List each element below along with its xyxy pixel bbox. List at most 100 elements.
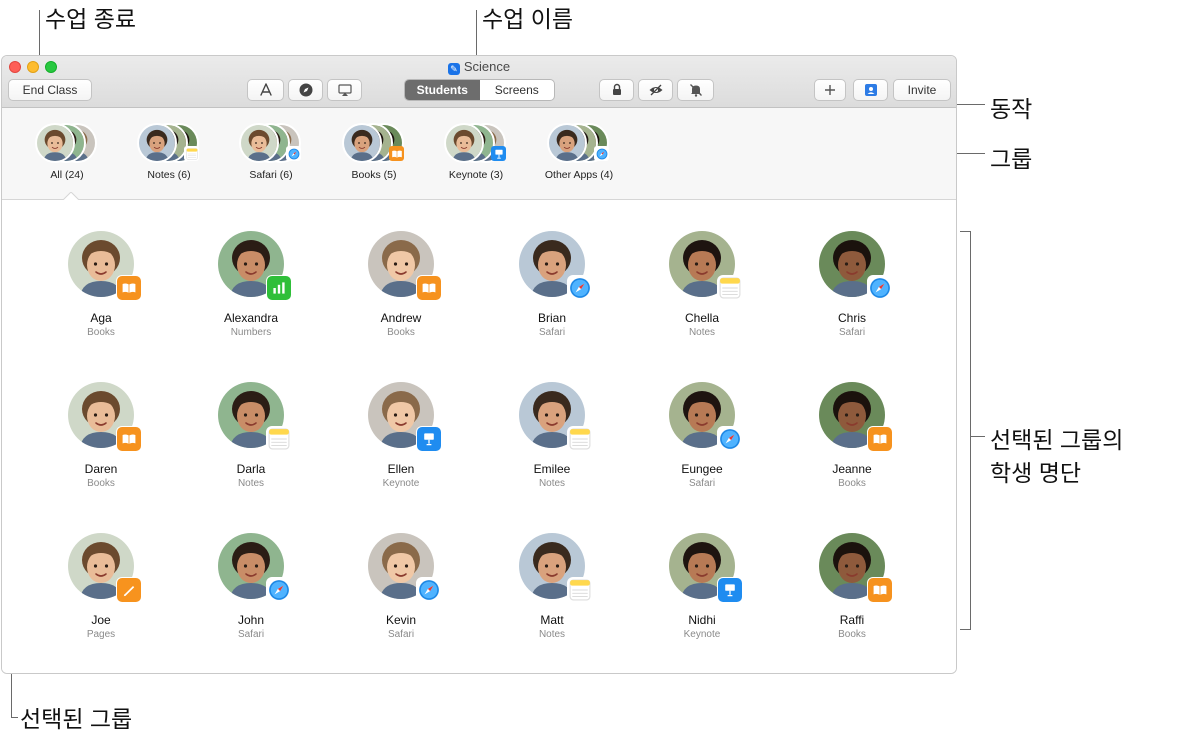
student-name: Emilee <box>533 462 571 476</box>
callout-actions: 동작 <box>990 96 1033 122</box>
callout-selected-group: 선택된 그룹 <box>20 706 133 732</box>
student-current-app: Pages <box>86 629 116 640</box>
student-tile-aga[interactable]: Aga Books <box>41 231 161 338</box>
group-avatar-stack <box>129 123 209 167</box>
student-tile-jeanne[interactable]: Jeanne Books <box>792 382 912 489</box>
student-avatar <box>368 231 442 301</box>
lock-button[interactable] <box>599 79 634 101</box>
class-name: Science <box>463 59 511 74</box>
group-other-apps[interactable]: Other Apps (4) <box>529 123 629 181</box>
mute-button[interactable] <box>677 79 714 101</box>
group-label: Notes (6) <box>147 169 191 181</box>
callout-student-list-line1: 선택된 그룹의 <box>990 427 1124 453</box>
safari-icon <box>594 146 609 161</box>
selected-group-caret <box>63 192 79 200</box>
group-keynote[interactable]: Keynote (3) <box>426 123 526 181</box>
student-avatar <box>68 231 142 301</box>
student-avatar <box>819 533 893 603</box>
group-member-avatar <box>547 123 587 163</box>
student-tile-andrew[interactable]: Andrew Books <box>341 231 461 338</box>
app-store-icon <box>259 83 272 96</box>
student-tile-brian[interactable]: Brian Safari <box>492 231 612 338</box>
notes-icon <box>717 275 743 301</box>
student-avatar <box>218 231 292 301</box>
group-notes[interactable]: Notes (6) <box>119 123 219 181</box>
student-current-app: Keynote <box>683 629 721 640</box>
student-avatar <box>519 231 593 301</box>
stage: 수업 종료 수업 이름 동작 그룹 선택된 그룹의 학생 명단 선택된 그룹 ✎… <box>0 0 1189 739</box>
lock-icon <box>612 83 621 95</box>
end-class-button[interactable]: End Class <box>8 79 92 101</box>
group-label: All (24) <box>50 169 84 181</box>
group-all[interactable]: All (24) <box>17 123 117 181</box>
student-current-app: Safari <box>237 629 265 640</box>
airplay-icon <box>337 84 352 96</box>
group-bar: All (24) Notes (6) Safari (6) Books (5) Keyn… <box>2 108 956 200</box>
student-tile-alexandra[interactable]: Alexandra Numbers <box>191 231 311 338</box>
student-avatar <box>819 231 893 301</box>
student-tile-darla[interactable]: Darla Notes <box>191 382 311 489</box>
group-safari[interactable]: Safari (6) <box>221 123 321 181</box>
window-title: ✎ Science <box>2 59 956 75</box>
safari-icon <box>266 577 292 603</box>
student-tile-kevin[interactable]: Kevin Safari <box>341 533 461 640</box>
student-avatar <box>669 231 743 301</box>
student-name: Aga <box>90 311 112 325</box>
title-bar: ✎ Science End Class Students Screens Inv… <box>2 56 956 108</box>
student-name: Andrew <box>380 311 422 325</box>
student-tile-emilee[interactable]: Emilee Notes <box>492 382 612 489</box>
student-tile-chella[interactable]: Chella Notes <box>642 231 762 338</box>
group-label: Other Apps (4) <box>544 169 614 181</box>
student-current-app: Keynote <box>382 478 420 489</box>
student-avatar <box>519 382 593 452</box>
student-tile-raffi[interactable]: Raffi Books <box>792 533 912 640</box>
group-avatar-stack <box>27 123 107 167</box>
tab-screens[interactable]: Screens <box>480 80 555 100</box>
student-current-app: Notes <box>538 478 566 489</box>
student-tile-eungee[interactable]: Eungee Safari <box>642 382 762 489</box>
keynote-icon <box>717 577 743 603</box>
student-tile-nidhi[interactable]: Nidhi Keynote <box>642 533 762 640</box>
group-member-avatar <box>137 123 177 163</box>
student-avatar <box>68 382 142 452</box>
view-segmented-control[interactable]: Students Screens <box>404 79 555 101</box>
classroom-icon <box>864 84 877 96</box>
student-current-app: Books <box>87 327 115 338</box>
open-app-button[interactable] <box>247 79 284 101</box>
callout-student-list-line2: 학생 명단 <box>990 460 1082 486</box>
airplay-button[interactable] <box>327 79 362 101</box>
student-tile-chris[interactable]: Chris Safari <box>792 231 912 338</box>
navigate-button[interactable] <box>288 79 323 101</box>
add-button[interactable] <box>814 79 846 101</box>
group-avatar-stack <box>436 123 516 167</box>
student-tile-daren[interactable]: Daren Books <box>41 382 161 489</box>
callout-line-selected-group-bottom <box>11 717 18 718</box>
student-current-app: Notes <box>688 327 716 338</box>
notes-icon <box>266 426 292 452</box>
student-avatar <box>669 382 743 452</box>
classroom-window: ✎ Science End Class Students Screens Inv… <box>1 55 957 674</box>
classroom-app-icon: ✎ <box>447 63 460 75</box>
student-tile-matt[interactable]: Matt Notes <box>492 533 612 640</box>
student-name: Brian <box>537 311 566 325</box>
student-current-app: Books <box>387 327 415 338</box>
tab-students[interactable]: Students <box>405 80 480 100</box>
hide-button[interactable] <box>638 79 673 101</box>
student-tile-ellen[interactable]: Ellen Keynote <box>341 382 461 489</box>
student-avatar <box>68 533 142 603</box>
student-tile-joe[interactable]: Joe Pages <box>41 533 161 640</box>
student-name: Eungee <box>681 462 723 476</box>
safari-icon <box>286 146 301 161</box>
books-icon <box>867 426 893 452</box>
books-icon <box>116 426 142 452</box>
student-name: Chella <box>684 311 720 325</box>
student-name: Jeanne <box>832 462 872 476</box>
safari-icon <box>717 426 743 452</box>
invite-button[interactable]: Invite <box>893 79 951 101</box>
group-books[interactable]: Books (5) <box>324 123 424 181</box>
group-label: Keynote (3) <box>448 169 504 181</box>
student-tile-john[interactable]: John Safari <box>191 533 311 640</box>
student-name: Nidhi <box>688 613 716 627</box>
group-avatar-stack <box>231 123 311 167</box>
classroom-button[interactable] <box>853 79 888 101</box>
